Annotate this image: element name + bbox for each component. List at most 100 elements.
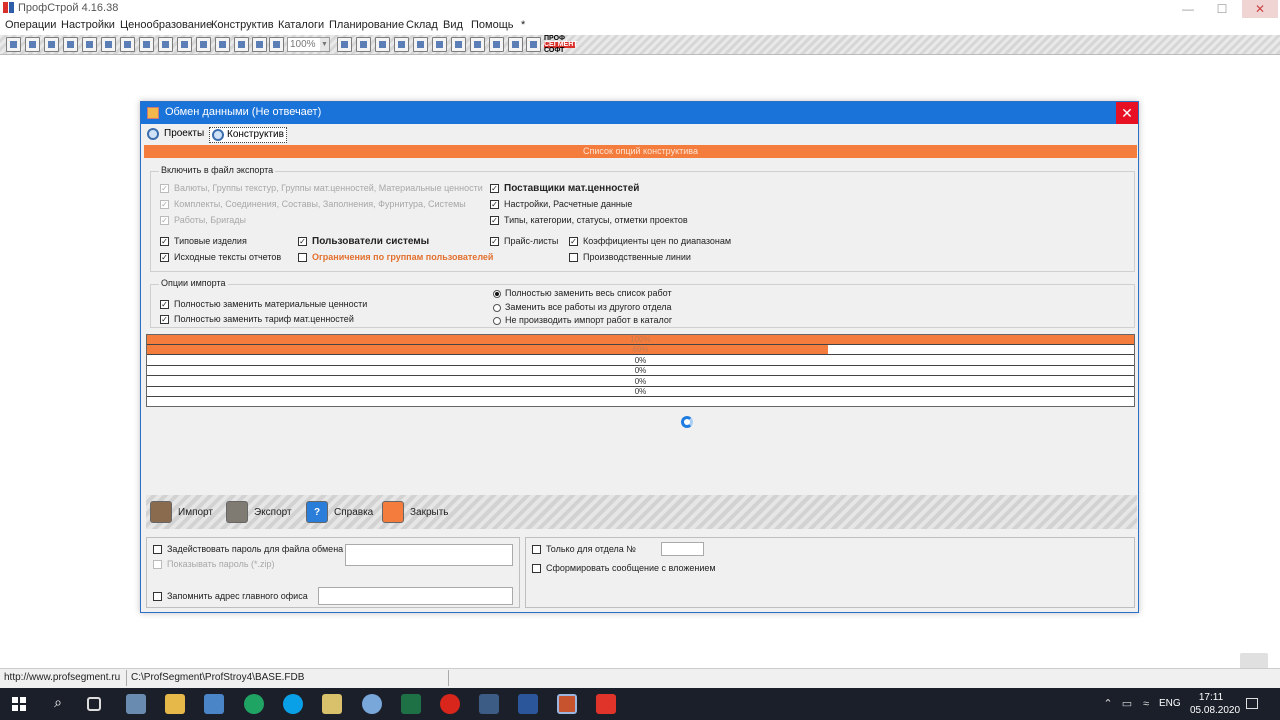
toolbar-icon-4[interactable] xyxy=(63,37,78,52)
menu-view[interactable]: Вид xyxy=(443,19,463,31)
notification-icon[interactable] xyxy=(1246,698,1258,709)
yandex-browser-icon[interactable] xyxy=(440,694,460,714)
menu-warehouse[interactable]: Склад xyxy=(406,19,438,31)
menu-catalogs[interactable]: Каталоги xyxy=(278,19,324,31)
search-icon[interactable]: ⌕ xyxy=(48,694,68,714)
menu-planning[interactable]: Планирование xyxy=(329,19,404,31)
toolbar-icon-3[interactable] xyxy=(44,37,59,52)
calculator-icon[interactable] xyxy=(479,694,499,714)
maximize-button[interactable]: ☐ xyxy=(1208,0,1236,18)
toolbar-icon-24[interactable] xyxy=(489,37,504,52)
toolbar-icon-19[interactable] xyxy=(394,37,409,52)
export-button[interactable]: Экспорт xyxy=(226,501,292,525)
checkbox-box[interactable] xyxy=(532,545,541,554)
toolbar-icon-11[interactable] xyxy=(196,37,211,52)
toolbar-icon-16[interactable] xyxy=(337,37,352,52)
checkbox-box[interactable]: ✓ xyxy=(298,237,307,246)
menu-extra[interactable]: * xyxy=(521,19,525,31)
toolbar-icon-9[interactable] xyxy=(158,37,173,52)
windows-start-icon[interactable] xyxy=(9,694,29,714)
checkbox-box[interactable]: ✓ xyxy=(160,253,169,262)
checkbox-box[interactable]: ✓ xyxy=(160,216,169,225)
checkbox-box[interactable]: ✓ xyxy=(569,237,578,246)
import-button[interactable]: Импорт xyxy=(150,501,214,525)
department-number-input[interactable] xyxy=(661,542,704,556)
toolbar-icon-14[interactable] xyxy=(252,37,267,52)
checkbox-box[interactable] xyxy=(153,592,162,601)
checkbox-box[interactable]: ✓ xyxy=(490,200,499,209)
radio-dot[interactable] xyxy=(493,317,501,325)
progress-row: 0% xyxy=(147,356,1134,366)
checkbox-box[interactable] xyxy=(569,253,578,262)
checkbox-box[interactable]: ✓ xyxy=(160,237,169,246)
radio-dot[interactable] xyxy=(493,290,501,298)
checkbox-box[interactable]: ✓ xyxy=(160,300,169,309)
chevron-up-icon[interactable]: ⌃ xyxy=(1102,698,1114,710)
taskbar-app-icon-3[interactable] xyxy=(244,694,264,714)
toolbar-icon-7[interactable] xyxy=(120,37,135,52)
taskbar-app-icon-2[interactable] xyxy=(204,694,224,714)
toolbar-icon-26[interactable] xyxy=(526,37,541,52)
language-indicator[interactable]: ENG xyxy=(1159,698,1181,709)
taskbar-app-icon-6[interactable] xyxy=(596,694,616,714)
taskbar: ⌕ ⌃ ▭ ≈ ENG 17:11 05.08.2020 xyxy=(0,688,1280,720)
taskbar-app-icon-4[interactable] xyxy=(322,694,342,714)
radio-dot[interactable] xyxy=(493,304,501,312)
checkbox-box[interactable]: ✓ xyxy=(160,200,169,209)
dialog-close-button[interactable]: ✕ xyxy=(1116,102,1138,124)
checkbox-box[interactable]: ✓ xyxy=(160,184,169,193)
word-icon[interactable] xyxy=(518,694,538,714)
checkbox-box[interactable] xyxy=(532,564,541,573)
app-close-button[interactable]: ✕ xyxy=(1242,0,1278,18)
taskbar-app-icon-5[interactable] xyxy=(362,694,382,714)
menu-constructive[interactable]: Конструктив xyxy=(211,19,274,31)
checkbox-box[interactable] xyxy=(298,253,307,262)
skype-icon[interactable] xyxy=(283,694,303,714)
status-url[interactable]: http://www.profsegment.ru xyxy=(4,672,120,683)
toolbar-icon-22[interactable] xyxy=(451,37,466,52)
excel-icon[interactable] xyxy=(401,694,421,714)
toolbar-icon-20[interactable] xyxy=(413,37,428,52)
toolbar-icon-23[interactable] xyxy=(470,37,485,52)
taskbar-app-icon-1[interactable] xyxy=(126,694,146,714)
tab-projects[interactable]: Проекты xyxy=(147,127,209,143)
toolbar-icon-13[interactable] xyxy=(234,37,249,52)
help-icon: ? xyxy=(306,501,328,523)
toolbar-icon-18[interactable] xyxy=(375,37,390,52)
wifi-icon[interactable]: ≈ xyxy=(1140,698,1152,710)
tray-icon[interactable]: ▭ xyxy=(1121,698,1133,710)
help-button[interactable]: ? Справка xyxy=(306,501,374,525)
checkbox-box[interactable]: ✓ xyxy=(490,237,499,246)
toolbar-icon-21[interactable] xyxy=(432,37,447,52)
toolbar-icon-17[interactable] xyxy=(356,37,371,52)
checkbox-box[interactable] xyxy=(153,560,162,569)
main-office-address-input[interactable] xyxy=(318,587,513,605)
toolbar-icon-10[interactable] xyxy=(177,37,192,52)
checkbox-box[interactable]: ✓ xyxy=(490,184,499,193)
clock[interactable]: 17:11 05.08.2020 xyxy=(1190,691,1240,717)
tab-constructive[interactable]: Конструктив xyxy=(209,127,287,143)
toolbar-icon-6[interactable] xyxy=(101,37,116,52)
menu-help[interactable]: Помощь xyxy=(471,19,514,31)
menu-settings[interactable]: Настройки xyxy=(61,19,115,31)
toolbar-icon-2[interactable] xyxy=(25,37,40,52)
toolbar-icon-1[interactable] xyxy=(6,37,21,52)
checkbox-box[interactable] xyxy=(153,545,162,554)
toolbar-icon-25[interactable] xyxy=(508,37,523,52)
minimize-button[interactable]: — xyxy=(1174,0,1202,18)
checkbox-box[interactable]: ✓ xyxy=(490,216,499,225)
task-view-icon[interactable] xyxy=(87,697,101,711)
close-button[interactable]: Закрыть xyxy=(382,501,449,525)
toolbar-icon-15[interactable] xyxy=(269,37,284,52)
zoom-select[interactable]: 100% ▼ xyxy=(287,37,330,52)
toolbar-icon-8[interactable] xyxy=(139,37,154,52)
folder-icon[interactable] xyxy=(165,694,185,714)
profstroy-taskbar-icon[interactable] xyxy=(557,694,577,714)
password-input[interactable] xyxy=(345,544,513,566)
checkbox-box[interactable]: ✓ xyxy=(160,315,169,324)
chevron-down-icon[interactable]: ▼ xyxy=(320,38,329,51)
toolbar-icon-12[interactable] xyxy=(215,37,230,52)
toolbar-icon-5[interactable] xyxy=(82,37,97,52)
menu-operations[interactable]: Операции xyxy=(5,19,56,31)
menu-pricing[interactable]: Ценообразование xyxy=(120,19,212,31)
